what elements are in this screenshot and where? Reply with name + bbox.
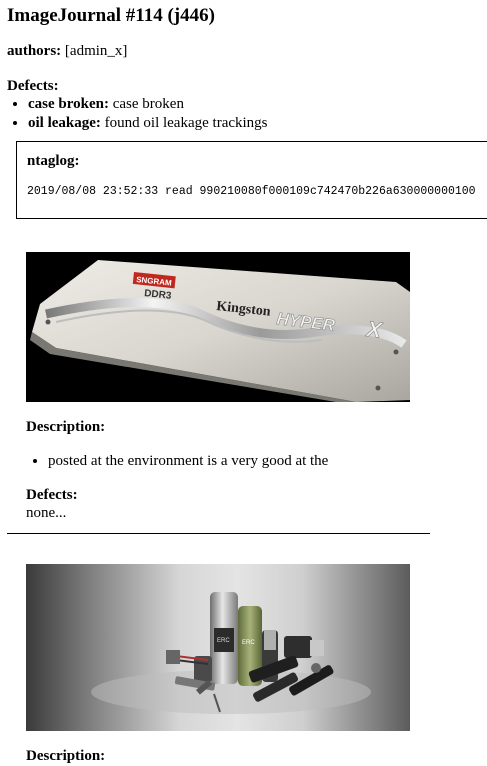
- page-title: ImageJournal #114 (j446): [7, 5, 215, 26]
- description-heading-2: Description:: [26, 748, 106, 764]
- log-title: ntaglog:: [27, 153, 80, 169]
- devices-image: ERC ERC: [26, 564, 410, 731]
- authors-line: authors: [admin_x]: [7, 43, 127, 60]
- devices-illustration: ERC ERC: [91, 592, 371, 714]
- defect-text: case broken: [112, 96, 184, 112]
- defect-item: oil leakage: found oil leakage trackings: [28, 114, 268, 133]
- log-box: ntaglog: 2019/08/08 23:52:33 read 990210…: [16, 141, 487, 219]
- ram-module-image: SNGRAM DDR3 Kingston HYPER X: [26, 252, 410, 402]
- ram-module-illustration: SNGRAM DDR3 Kingston HYPER X: [26, 252, 410, 402]
- defect-item: case broken: case broken: [28, 95, 268, 114]
- authors-label: authors:: [7, 43, 62, 59]
- defects-heading: Defects:: [7, 78, 59, 94]
- log-line: 2019/08/08 23:52:33 read 990210080f00010…: [27, 185, 476, 198]
- description-heading: Description:: [26, 419, 106, 435]
- defects-list: case broken: case broken oil leakage: fo…: [7, 95, 268, 133]
- entry-separator: [7, 533, 430, 534]
- entry-defects-value: none...: [26, 505, 67, 521]
- description-item: posted at the environment is a very good…: [48, 453, 328, 470]
- authors-value: [admin_x]: [64, 43, 128, 59]
- entry-defects-heading: Defects:: [26, 487, 78, 503]
- device-label-b: ERC: [242, 640, 255, 646]
- defect-label: oil leakage:: [28, 115, 101, 131]
- defect-text: found oil leakage trackings: [104, 115, 268, 131]
- description-list: posted at the environment is a very good…: [26, 453, 328, 470]
- defect-label: case broken:: [28, 96, 109, 112]
- device-label-a: ERC: [217, 638, 230, 644]
